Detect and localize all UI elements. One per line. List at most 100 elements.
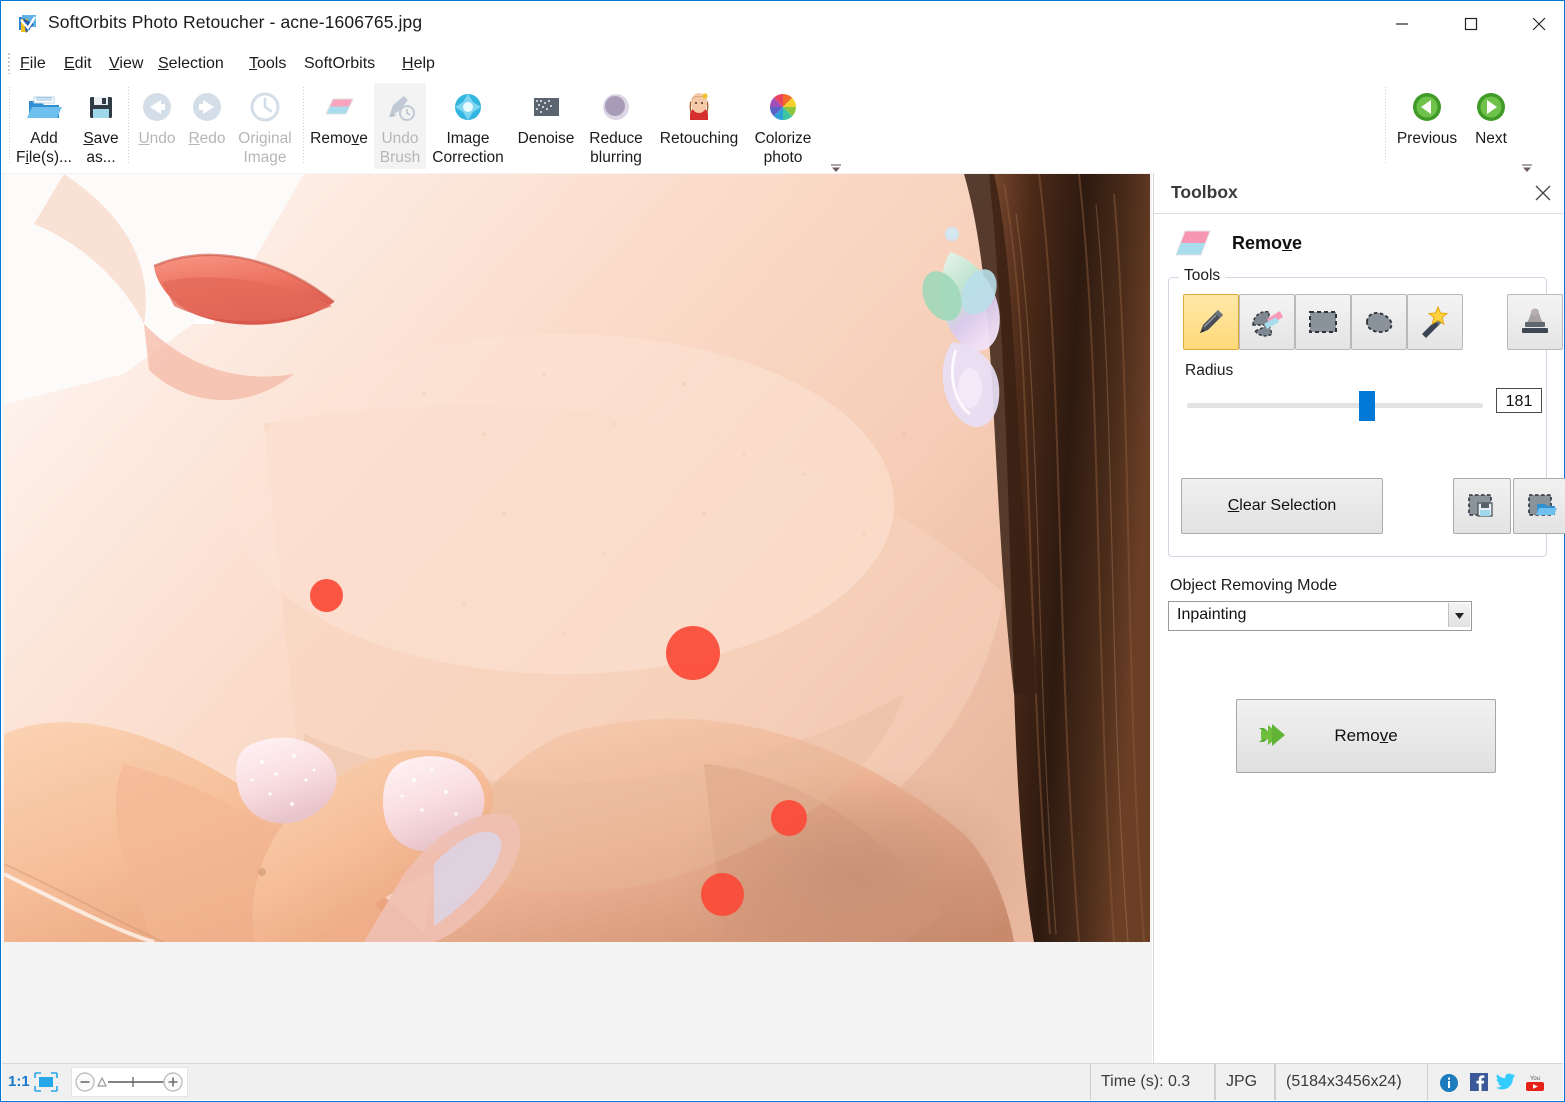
zoom-ratio-label: 1:1 <box>8 1073 30 1090</box>
window-title: SoftOrbits Photo Retoucher - acne-160676… <box>48 12 423 32</box>
toolbar-reduce-blurring-label: Reduce blurring <box>589 130 643 166</box>
toolbar-next-button[interactable]: Next <box>1461 83 1521 169</box>
toolbox-mode-name: Remove <box>1232 233 1303 253</box>
tools-group-label: Tools <box>1179 267 1226 285</box>
toolbar-retouching-button[interactable]: Retouching <box>651 83 747 169</box>
magic-wand-icon <box>1422 306 1449 338</box>
toolbar-next-label: Next <box>1475 130 1507 147</box>
toolbox-header: Toolbox <box>1154 173 1563 214</box>
rectangle-marquee-icon <box>1309 311 1337 333</box>
close-button[interactable] <box>1516 1 1562 47</box>
lasso-icon <box>1366 311 1393 333</box>
brush-clock-icon <box>380 87 420 127</box>
color-wheel-icon <box>763 87 803 127</box>
woman-portrait-icon <box>679 87 719 127</box>
menu-item-edit[interactable]: Edit <box>59 52 97 76</box>
photo-viewport[interactable] <box>4 174 1150 942</box>
pencil-tool-button[interactable] <box>1183 294 1239 350</box>
toolbar-original-image-button[interactable]: Original Image <box>231 83 299 169</box>
radius-slider-thumb[interactable] <box>1359 391 1375 421</box>
zoom-slider[interactable] <box>71 1067 188 1097</box>
selection-dot-1[interactable] <box>310 579 343 612</box>
blur-circle-icon <box>596 87 636 127</box>
eraser-icon <box>1172 227 1214 263</box>
photo-image <box>4 174 1150 942</box>
toolbar-retouching-label: Retouching <box>659 130 739 147</box>
toolbar-save-as-button[interactable]: Save as... <box>73 83 129 169</box>
menu-item-tools[interactable]: Tools <box>244 52 291 76</box>
chevron-down-icon[interactable] <box>1448 603 1470 627</box>
toolbox-mode-row: Remove <box>1168 221 1553 273</box>
menu-grip-icon <box>7 52 11 74</box>
toolbar-reduce-blurring-button[interactable]: Reduce blurring <box>581 83 651 169</box>
twitter-icon[interactable] <box>1496 1073 1516 1093</box>
selection-dot-2[interactable] <box>666 626 720 680</box>
maximize-button[interactable] <box>1448 1 1494 47</box>
info-icon[interactable] <box>1439 1073 1459 1093</box>
title-bar: SoftOrbits Photo Retoucher - acne-160676… <box>1 1 1564 49</box>
toolbar-undo-brush-button[interactable]: Undo Brush <box>374 83 426 169</box>
rectangle-select-tool-button[interactable] <box>1295 294 1351 350</box>
clock-history-icon <box>245 87 285 127</box>
status-dimensions: (5184x3456x24) <box>1275 1064 1428 1100</box>
toolbar-undo-button[interactable]: Undo <box>131 83 183 169</box>
toolbar-expand-left-icon[interactable] <box>829 161 843 173</box>
toolbar-separator-3 <box>1385 87 1386 165</box>
save-selection-button[interactable] <box>1453 478 1511 534</box>
toolbar: Add File(s)... Save as... Undo Redo Orig… <box>1 79 1564 173</box>
green-right-arrow-icon <box>1471 87 1511 127</box>
toolbar-denoise-button[interactable]: Denoise <box>512 83 580 169</box>
menu-item-softorbits[interactable]: SoftOrbits <box>299 52 380 76</box>
noise-square-icon <box>526 87 566 127</box>
youtube-icon[interactable]: You <box>1524 1073 1544 1093</box>
toolbar-expand-right-icon[interactable] <box>1520 161 1534 173</box>
toolbar-colorize-photo-label: Colorize photo <box>754 130 812 166</box>
object-removing-mode-label: Object Removing Mode <box>1170 577 1338 594</box>
eraser-tool-button[interactable] <box>1239 294 1295 350</box>
remove-action-button[interactable]: Remove <box>1236 699 1496 773</box>
eraser-selection-icon <box>1252 310 1283 337</box>
object-removing-mode-value: Inpainting <box>1177 606 1247 623</box>
toolbar-colorize-photo-button[interactable]: Colorize photo <box>747 83 819 169</box>
svg-text:You: You <box>1530 1076 1540 1082</box>
minimize-button[interactable] <box>1379 1 1425 47</box>
image-canvas-area[interactable] <box>2 173 1152 1067</box>
clear-selection-button[interactable]: Clear Selection <box>1181 478 1383 534</box>
arrow-left-circle-icon <box>137 87 177 127</box>
status-time: Time (s): 0.3 <box>1090 1064 1215 1100</box>
lasso-tool-button[interactable] <box>1351 294 1407 350</box>
home-marker-icon <box>97 1076 107 1087</box>
fit-to-screen-icon[interactable] <box>34 1072 58 1092</box>
facebook-icon[interactable] <box>1470 1073 1490 1093</box>
toolbox-body: Remove Tools Radius 181 Clear Selection … <box>1168 221 1565 1065</box>
open-folder-icon <box>24 87 64 127</box>
arrow-right-circle-icon <box>187 87 227 127</box>
magic-wand-tool-button[interactable] <box>1407 294 1463 350</box>
toolbox-close-icon[interactable] <box>1531 181 1555 205</box>
open-selection-icon <box>1528 494 1557 516</box>
tools-group: Tools Radius 181 Clear Selection <box>1168 267 1565 557</box>
radius-slider-track <box>1187 403 1483 408</box>
stamp-icon <box>1522 308 1548 333</box>
toolbar-image-correction-label: Image Correction <box>432 130 504 166</box>
stamp-tool-button[interactable] <box>1507 294 1563 350</box>
toolbar-previous-button[interactable]: Previous <box>1389 83 1465 169</box>
menu-bar: File Edit View Selection Tools SoftOrbit… <box>1 49 1564 79</box>
green-left-arrow-icon <box>1407 87 1447 127</box>
open-selection-button[interactable] <box>1513 478 1565 534</box>
selection-dot-3[interactable] <box>771 800 807 836</box>
radius-value-input[interactable]: 181 <box>1496 388 1542 413</box>
app-logo-icon <box>17 14 39 36</box>
radius-slider[interactable] <box>1187 391 1483 421</box>
object-removing-mode-select[interactable]: Inpainting <box>1168 601 1472 631</box>
status-bar: 1:1 Time (s): 0.3 JPG (5184x3456x24) You <box>2 1063 1563 1100</box>
menu-item-help[interactable]: Help <box>397 52 440 76</box>
menu-item-selection[interactable]: Selection <box>153 52 229 76</box>
menu-item-file[interactable]: File <box>15 52 51 76</box>
hand <box>4 722 521 942</box>
toolbox-title: Toolbox <box>1171 182 1238 202</box>
selection-dot-4[interactable] <box>701 873 744 916</box>
eraser-icon <box>319 87 359 127</box>
menu-item-view[interactable]: View <box>104 52 148 76</box>
toolbar-image-correction-button[interactable]: Image Correction <box>426 83 510 169</box>
